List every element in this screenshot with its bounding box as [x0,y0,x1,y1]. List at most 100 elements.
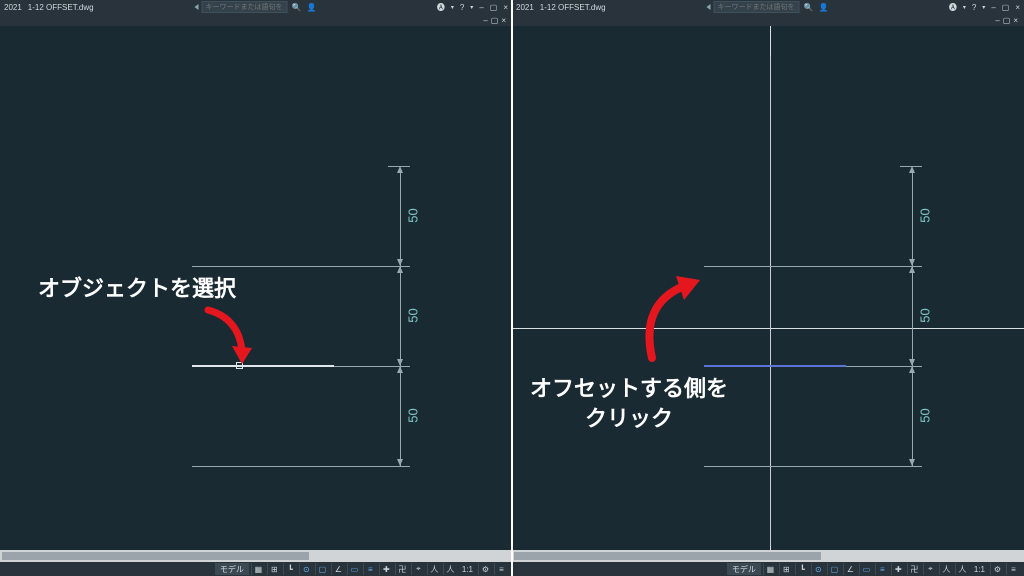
dim-arrow-icon [909,366,915,373]
close-icon[interactable]: × [503,3,508,12]
status-icon[interactable]: ✚ [379,563,393,575]
menu-icon[interactable]: ≡ [1006,563,1020,575]
scale-label[interactable]: 1:1 [971,565,988,574]
model-tab[interactable]: モデル [727,563,761,575]
status-icon[interactable]: 人 [939,563,953,575]
dim-arrow-icon [909,359,915,366]
title-bar: 2021 1-12 OFFSET.dwg 🔍 👤 🅐 ▾ ? ▾ – ▢ × [512,0,1024,14]
dim-ext-line [900,166,922,167]
pane-right: 2021 1-12 OFFSET.dwg 🔍 👤 🅐 ▾ ? ▾ – ▢ × –… [512,0,1024,576]
snap-toggle-icon[interactable]: ⊞ [779,563,793,575]
dim-value: 50 [406,208,421,222]
account-icon[interactable]: 👤 [306,1,318,13]
share-chevron-icon[interactable]: ▾ [963,4,966,11]
drawing-canvas[interactable]: 50 50 50 オフセットする側を クリック [512,26,1024,550]
osnap-toggle-icon[interactable]: ▢ [315,563,329,575]
maximize-icon[interactable]: ▢ [1002,3,1010,12]
dim-ext-line [876,266,922,267]
search-input[interactable] [714,1,800,13]
help-icon[interactable]: ? [972,3,976,12]
status-bar: モデル ▦ ⊞ ┗ ⊙ ▢ ∠ ▭ ≡ ✚ 卍 ⌖ 人 人 1:1 ⚙ ≡ [0,562,512,576]
doc-restore-icon[interactable]: ▢ [491,16,499,25]
gear-icon[interactable]: ⚙ [990,563,1004,575]
search-caret-icon[interactable] [707,4,711,10]
dim-ext-line [876,466,922,467]
doc-minimize-icon[interactable]: – [995,16,999,25]
menu-icon[interactable]: ≡ [494,563,508,575]
lwt-toggle-icon[interactable]: ≡ [875,563,889,575]
account-icon[interactable]: 👤 [818,1,830,13]
gear-icon[interactable]: ⚙ [478,563,492,575]
grid-toggle-icon[interactable]: ▦ [763,563,777,575]
maximize-icon[interactable]: ▢ [490,3,498,12]
dim-arrow-icon [909,259,915,266]
horizontal-scrollbar[interactable] [512,550,1024,562]
dim-arrow-icon [397,366,403,373]
dim-arrow-icon [909,459,915,466]
polar-toggle-icon[interactable]: ⊙ [811,563,825,575]
window-controls: 🅐 ▾ ? ▾ – ▢ × [437,2,508,13]
app-year: 2021 [4,3,22,12]
dim-value: 50 [406,408,421,422]
grid-toggle-icon[interactable]: ▦ [251,563,265,575]
status-icon[interactable]: ⌖ [411,563,425,575]
dim-value: 50 [918,308,933,322]
polar-toggle-icon[interactable]: ⊙ [299,563,313,575]
share-icon[interactable]: 🅐 [949,2,957,13]
window-controls: 🅐 ▾ ? ▾ – ▢ × [949,2,1020,13]
close-icon[interactable]: × [1015,3,1020,12]
scroll-thumb[interactable] [514,552,821,560]
search-icon[interactable]: 🔍 [291,1,303,13]
share-icon[interactable]: 🅐 [437,2,445,13]
help-icon[interactable]: ? [460,3,464,12]
status-icon[interactable]: 人 [443,563,457,575]
search-caret-icon[interactable] [195,4,199,10]
model-tab[interactable]: モデル [215,563,249,575]
status-icon[interactable]: ⌖ [923,563,937,575]
search-icon[interactable]: 🔍 [803,1,815,13]
ortho-toggle-icon[interactable]: ┗ [283,563,297,575]
dyn-toggle-icon[interactable]: ▭ [859,563,873,575]
guide-line [704,466,876,467]
share-chevron-icon[interactable]: ▾ [451,4,454,11]
minimize-icon[interactable]: – [991,3,995,12]
doc-restore-icon[interactable]: ▢ [1003,16,1011,25]
guide-line [192,466,364,467]
ortho-toggle-icon[interactable]: ┗ [795,563,809,575]
pane-divider [511,0,513,576]
dim-value: 50 [918,408,933,422]
guide-line [192,266,364,267]
dyn-toggle-icon[interactable]: ▭ [347,563,361,575]
scroll-thumb[interactable] [2,552,309,560]
help-chevron-icon[interactable]: ▾ [470,4,473,11]
status-icon[interactable]: ✚ [891,563,905,575]
status-icon[interactable]: 卍 [907,563,921,575]
drawing-canvas[interactable]: 50 50 50 オブジェクトを選択 [0,26,512,550]
search-input[interactable] [202,1,288,13]
horizontal-scrollbar[interactable] [0,550,512,562]
status-icon[interactable]: 人 [955,563,969,575]
doc-close-icon[interactable]: × [1013,16,1018,25]
snap-toggle-icon[interactable]: ⊞ [267,563,281,575]
guide-line [704,266,876,267]
doc-minimize-icon[interactable]: – [483,16,487,25]
doc-close-icon[interactable]: × [501,16,506,25]
search-group: 🔍 👤 [707,1,830,13]
tracking-line [770,56,771,546]
otrack-toggle-icon[interactable]: ∠ [843,563,857,575]
status-icon[interactable]: 人 [427,563,441,575]
dim-value: 50 [918,208,933,222]
minimize-icon[interactable]: – [479,3,483,12]
instruction-text: オブジェクトを選択 [38,274,236,304]
dim-ext-line [876,366,922,367]
offset-preview-line [704,365,846,367]
scale-label[interactable]: 1:1 [459,565,476,574]
help-chevron-icon[interactable]: ▾ [982,4,985,11]
red-arrow-icon [198,306,258,370]
osnap-toggle-icon[interactable]: ▢ [827,563,841,575]
filename: 1-12 OFFSET.dwg [540,3,606,12]
lwt-toggle-icon[interactable]: ≡ [363,563,377,575]
status-icon[interactable]: 卍 [395,563,409,575]
dim-arrow-icon [397,359,403,366]
otrack-toggle-icon[interactable]: ∠ [331,563,345,575]
